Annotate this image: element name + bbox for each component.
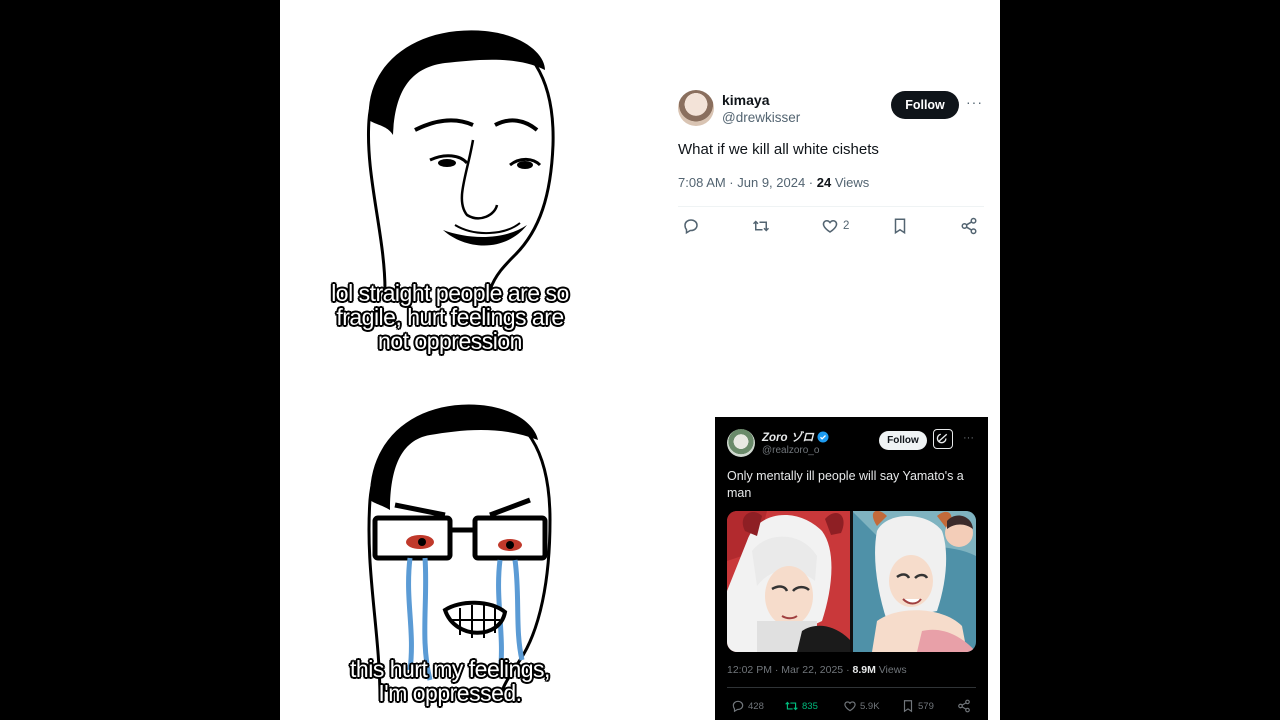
reply-count: 428: [748, 700, 764, 712]
yamato-artwork-image: [727, 511, 976, 652]
timestamp[interactable]: 12:02 PM · Mar 22, 2025 ·: [727, 664, 852, 676]
retweet-count: 835: [802, 700, 818, 712]
meme-canvas: lol straight people are so fragile, hurt…: [280, 0, 1000, 720]
share-icon: [961, 217, 977, 235]
reply-icon: [732, 700, 744, 713]
tweet-text: What if we kill all white cishets: [678, 141, 879, 158]
bookmark-button[interactable]: [891, 217, 909, 235]
retweet-button[interactable]: [751, 217, 771, 235]
retweet-button[interactable]: 835: [784, 699, 818, 713]
user-handle[interactable]: @realzoro_o: [762, 445, 819, 456]
follow-button[interactable]: Follow: [879, 431, 927, 450]
tweet-text: Only mentally ill people will say Yamato…: [727, 469, 964, 500]
action-bar: 2: [678, 217, 984, 239]
share-icon: [958, 699, 970, 713]
bookmark-icon: [903, 700, 913, 713]
crying-wojak-face: [367, 404, 552, 700]
display-name[interactable]: kimaya: [722, 92, 769, 108]
bookmark-count: 579: [918, 700, 934, 712]
more-options-icon[interactable]: ···: [963, 432, 974, 444]
like-count: 5.9K: [860, 700, 880, 712]
timestamp[interactable]: 7:08 AM · Jun 9, 2024 ·: [678, 175, 817, 190]
grok-icon[interactable]: [933, 429, 953, 449]
tweet-card-dark: Zoro ゾロ @realzoro_o Follow ··· Only ment…: [715, 417, 988, 720]
more-options-icon[interactable]: ···: [966, 94, 983, 110]
divider: [678, 206, 984, 207]
avatar[interactable]: [678, 90, 714, 126]
views-label: Views: [875, 664, 907, 676]
top-caption-line: lol straight people are so: [331, 280, 569, 306]
retweet-icon: [785, 701, 798, 711]
bottom-caption-line: I'm oppressed.: [378, 680, 522, 706]
display-name-row[interactable]: Zoro ゾロ: [762, 429, 829, 445]
bottom-caption: this hurt my feelings, I'm oppressed.: [300, 657, 600, 705]
verified-badge-icon: [817, 431, 829, 443]
avatar[interactable]: [727, 429, 755, 457]
reply-button[interactable]: 428: [731, 699, 764, 713]
tweet-metadata: 7:08 AM · Jun 9, 2024 · 24 Views: [678, 175, 869, 190]
bottom-caption-line: this hurt my feelings,: [350, 656, 550, 682]
tweet-metadata: 12:02 PM · Mar 22, 2025 · 8.9M Views: [727, 664, 907, 676]
action-bar: 428 835 5.9K 579: [727, 699, 976, 715]
like-button[interactable]: 5.9K: [843, 699, 880, 713]
follow-button[interactable]: Follow: [891, 91, 959, 119]
top-caption: lol straight people are so fragile, hurt…: [300, 281, 600, 353]
retweet-icon: [752, 220, 770, 232]
divider: [727, 687, 976, 688]
like-icon: [844, 701, 856, 712]
top-caption-line: fragile, hurt feelings are: [336, 304, 564, 330]
grok-glyph-icon: [936, 433, 948, 444]
user-handle[interactable]: @drewkisser: [722, 110, 800, 125]
like-button[interactable]: 2: [821, 217, 849, 235]
top-caption-line: not oppression: [378, 328, 522, 354]
display-name[interactable]: Zoro ゾロ: [762, 432, 814, 444]
like-count: 2: [843, 220, 850, 232]
bookmark-icon: [894, 218, 906, 235]
views-label: Views: [831, 175, 870, 190]
smug-wojak-face: [366, 30, 555, 290]
share-button[interactable]: [960, 217, 978, 235]
reply-button[interactable]: [682, 217, 700, 235]
tweet-media[interactable]: [727, 511, 976, 652]
reply-icon: [684, 219, 698, 235]
bookmark-button[interactable]: 579: [901, 699, 934, 713]
share-button[interactable]: [957, 699, 971, 713]
views-count: 8.9M: [852, 664, 876, 676]
views-count: 24: [816, 175, 832, 190]
like-icon: [822, 219, 838, 233]
